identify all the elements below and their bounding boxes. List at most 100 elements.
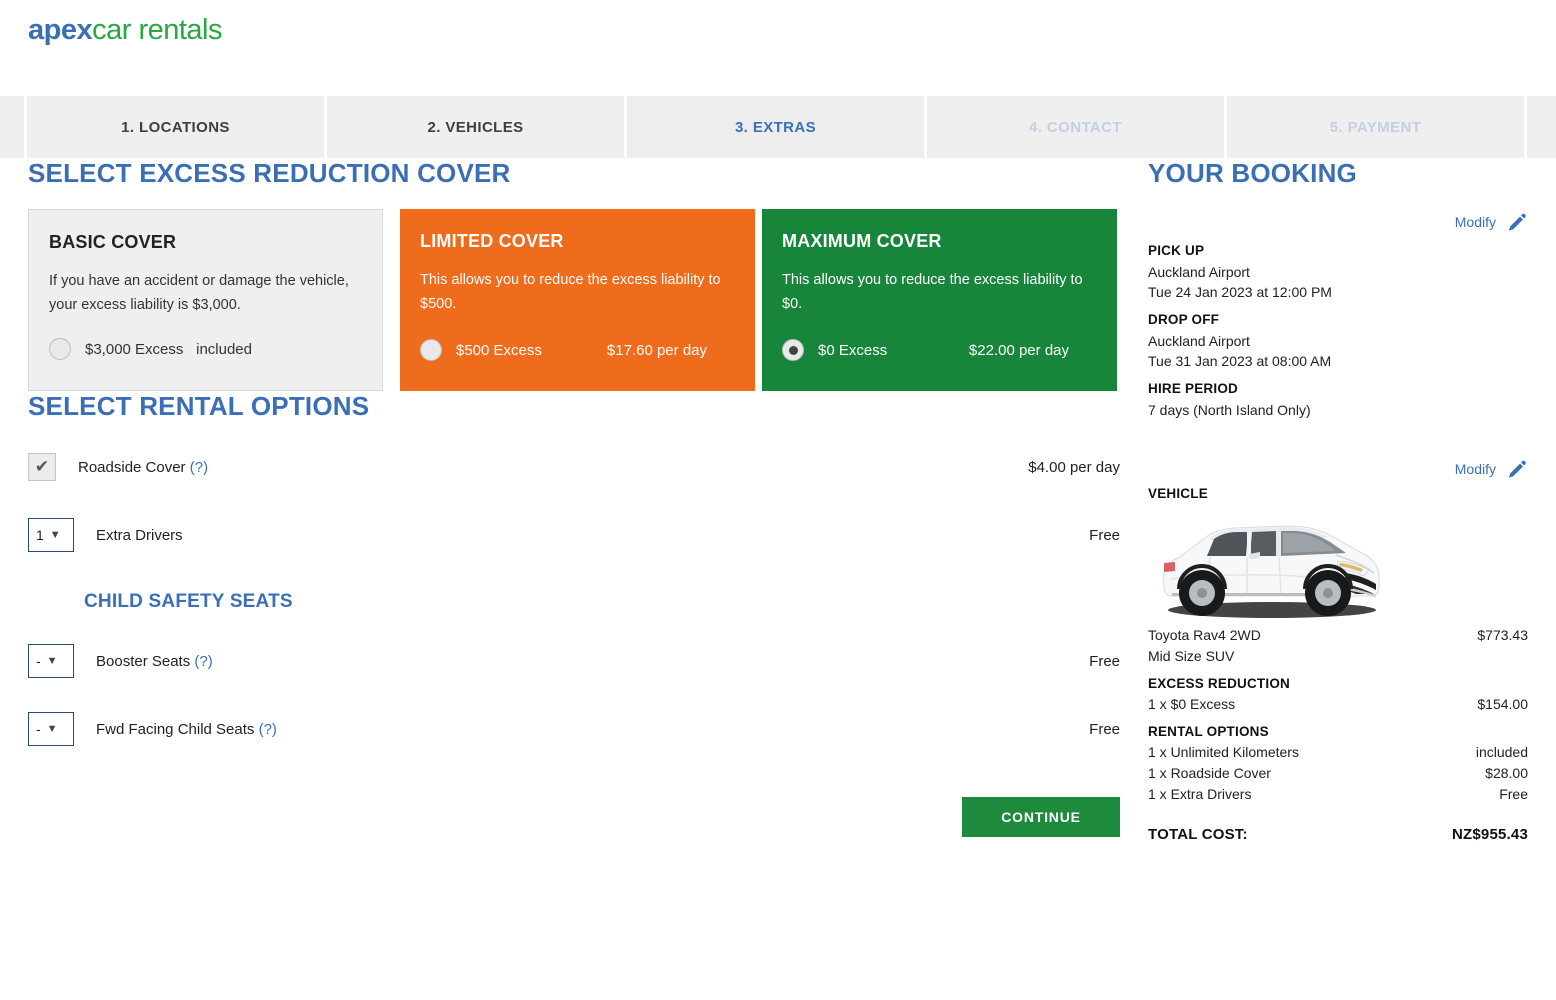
option-label-extra-drivers: Extra Drivers	[96, 526, 183, 544]
booking-excess-reduction-item: 1 x $0 Excess	[1148, 696, 1236, 712]
step-tab-contact[interactable]: 4. CONTACT	[927, 96, 1224, 158]
cover-card-basic-price: included	[196, 340, 252, 358]
booking-rental-option-item: 1 x Unlimited Kilometers	[1148, 744, 1299, 760]
modify-vehicle-button[interactable]: Modify	[1148, 458, 1528, 480]
step-tab-vehicles-label: 2. VEHICLES	[427, 118, 524, 136]
excess-cover-options: BASIC COVER If you have an accident or d…	[28, 209, 1120, 391]
continue-button-wrap: CONTINUE	[28, 797, 1120, 837]
option-label-booster-seats: Booster Seats (?)	[96, 653, 213, 670]
booking-dropoff-label: DROP OFF	[1148, 312, 1220, 327]
radio-basic-cover[interactable]	[49, 338, 71, 360]
option-row-roadside-cover: ✔ Roadside Cover (?) $4.00 per day	[28, 447, 1120, 487]
booking-dropoff-location: Auckland Airport	[1148, 333, 1250, 349]
chevron-down-icon: ▼	[46, 723, 58, 735]
cover-card-maximum-price: $22.00 per day	[968, 341, 1069, 359]
booking-vehicle-name: Toyota Rav4 2WD	[1148, 627, 1261, 643]
booking-vehicle-price: $773.43	[1477, 627, 1528, 643]
radio-limited-cover[interactable]	[420, 339, 442, 361]
booking-rental-options-label: RENTAL OPTIONS	[1148, 724, 1269, 739]
step-tab-contact-label: 4. CONTACT	[1029, 118, 1122, 136]
child-safety-seats-heading: CHILD SAFETY SEATS	[84, 591, 293, 612]
booking-vehicle-class: Mid Size SUV	[1148, 648, 1235, 664]
chevron-down-icon: ▼	[46, 655, 58, 667]
step-edge-right	[1527, 96, 1556, 158]
help-icon-booster-seats[interactable]: (?)	[194, 653, 212, 670]
vehicle-image-suv	[1163, 525, 1380, 618]
step-tab-extras-label: 3. EXTRAS	[734, 118, 817, 136]
booking-rental-option-row: 1 x Unlimited Kilometers included	[1148, 744, 1528, 760]
option-label-fwd-facing-child-seats-text: Fwd Facing Child Seats	[96, 720, 255, 738]
rental-section-title: SELECT RENTAL OPTIONS	[28, 391, 370, 421]
select-fwd-facing-child-seats[interactable]: - ▼	[28, 712, 74, 746]
booking-hire-period-value: 7 days (North Island Only)	[1148, 402, 1311, 418]
booking-rental-option-price: included	[1475, 744, 1528, 760]
option-row-fwd-facing-child-seats: - ▼ Fwd Facing Child Seats (?) Free	[28, 709, 1120, 749]
option-price-booster-seats: Free	[1089, 652, 1120, 670]
booking-pickup-block: PICK UP Auckland Airport Tue 24 Jan 2023…	[1148, 243, 1528, 302]
continue-button[interactable]: CONTINUE	[962, 797, 1120, 837]
cover-card-limited-price: $17.60 per day	[606, 341, 707, 359]
step-tab-locations-label: 1. LOCATIONS	[121, 118, 230, 136]
cover-card-basic-footer: $3,000 Excess included	[49, 338, 362, 360]
step-tab-locations[interactable]: 1. LOCATIONS	[27, 96, 324, 158]
booking-pickup-datetime: Tue 24 Jan 2023 at 12:00 PM	[1148, 284, 1332, 300]
booking-steps: 1. LOCATIONS 2. VEHICLES 3. EXTRAS 4. CO…	[0, 96, 1556, 158]
modify-booking-button[interactable]: Modify	[1148, 211, 1528, 233]
option-label-roadside-cover: Roadside Cover (?)	[78, 459, 208, 476]
cover-card-maximum-footer: $0 Excess $22.00 per day	[782, 339, 1097, 361]
chevron-down-icon: ▼	[49, 529, 61, 541]
option-label-roadside-cover-text: Roadside Cover	[78, 458, 186, 476]
cover-card-maximum-excess-label: $0 Excess	[818, 341, 888, 359]
cover-card-maximum-description: This allows you to reduce the excess lia…	[782, 272, 1083, 312]
option-label-fwd-facing-child-seats: Fwd Facing Child Seats (?)	[96, 721, 277, 738]
step-tab-payment[interactable]: 5. PAYMENT	[1227, 96, 1524, 158]
brand-logo-apex: apex	[28, 14, 93, 46]
booking-total-value: NZ$955.43	[1451, 826, 1528, 843]
site-header: apexcar rentals	[0, 0, 1556, 96]
select-booster-seats-value: -	[36, 653, 41, 669]
brand-logo-carrentals: car rentals	[92, 14, 222, 46]
cover-card-limited-footer: $500 Excess $17.60 per day	[420, 339, 735, 361]
booking-vehicle-class-row: Mid Size SUV	[1148, 648, 1528, 664]
booking-summary-panel: YOUR BOOKING Modify PICK UP Auckland Air…	[1148, 158, 1528, 843]
booking-excess-reduction-row: 1 x $0 Excess $154.00	[1148, 696, 1528, 712]
booking-rental-option-item: 1 x Roadside Cover	[1148, 765, 1271, 781]
help-icon-roadside-cover[interactable]: (?)	[190, 459, 208, 476]
booking-rental-option-item: 1 x Extra Drivers	[1148, 786, 1252, 802]
booking-dropoff-block: DROP OFF Auckland Airport Tue 31 Jan 202…	[1148, 312, 1528, 371]
booking-rental-option-price: $28.00	[1485, 765, 1528, 781]
cover-card-basic[interactable]: BASIC COVER If you have an accident or d…	[28, 209, 383, 391]
option-label-booster-seats-text: Booster Seats	[96, 652, 191, 670]
cover-card-basic-excess-label: $3,000 Excess	[85, 340, 184, 358]
booking-rental-option-row: 1 x Roadside Cover $28.00	[1148, 765, 1528, 781]
option-row-extra-drivers: 1 ▼ Extra Drivers Free	[28, 515, 1120, 555]
booking-pickup-location: Auckland Airport	[1148, 264, 1250, 280]
cover-card-limited[interactable]: LIMITED COVER This allows you to reduce …	[400, 209, 755, 391]
check-icon: ✔	[34, 457, 50, 476]
checkbox-roadside-cover[interactable]: ✔	[28, 453, 56, 481]
pencil-icon	[1509, 213, 1526, 231]
option-row-booster-seats: - ▼ Booster Seats (?) Free	[28, 641, 1120, 681]
option-price-extra-drivers: Free	[1089, 526, 1120, 544]
booking-rental-option-price: Free	[1499, 786, 1528, 802]
excess-section-title: SELECT EXCESS REDUCTION COVER	[28, 158, 511, 188]
booking-vehicle-block: VEHICLE Toyota Rav4 2WD $773.43 Mid Size…	[1148, 486, 1528, 664]
booking-total-row: TOTAL COST: NZ$955.43	[1148, 826, 1528, 843]
radio-maximum-cover[interactable]	[782, 339, 804, 361]
select-extra-drivers[interactable]: 1 ▼	[28, 518, 74, 552]
step-tab-extras[interactable]: 3. EXTRAS	[627, 96, 924, 158]
select-booster-seats[interactable]: - ▼	[28, 644, 74, 678]
step-tab-vehicles[interactable]: 2. VEHICLES	[327, 96, 624, 158]
modify-vehicle-label: Modify	[1454, 461, 1496, 477]
select-extra-drivers-value: 1	[36, 527, 44, 543]
booking-rental-option-row: 1 x Extra Drivers Free	[1148, 786, 1528, 802]
cover-card-limited-excess-label: $500 Excess	[456, 341, 542, 359]
modify-booking-label: Modify	[1454, 214, 1496, 230]
step-edge-left	[0, 96, 24, 158]
help-icon-fwd-facing-child-seats[interactable]: (?)	[259, 721, 277, 738]
cover-card-limited-title: LIMITED COVER	[420, 231, 564, 251]
cover-card-maximum[interactable]: MAXIMUM COVER This allows you to reduce …	[762, 209, 1117, 391]
brand-logo[interactable]: apexcar rentals	[28, 14, 222, 47]
main-column: SELECT EXCESS REDUCTION COVER BASIC COVE…	[28, 158, 1120, 837]
step-tab-payment-label: 5. PAYMENT	[1329, 118, 1422, 136]
